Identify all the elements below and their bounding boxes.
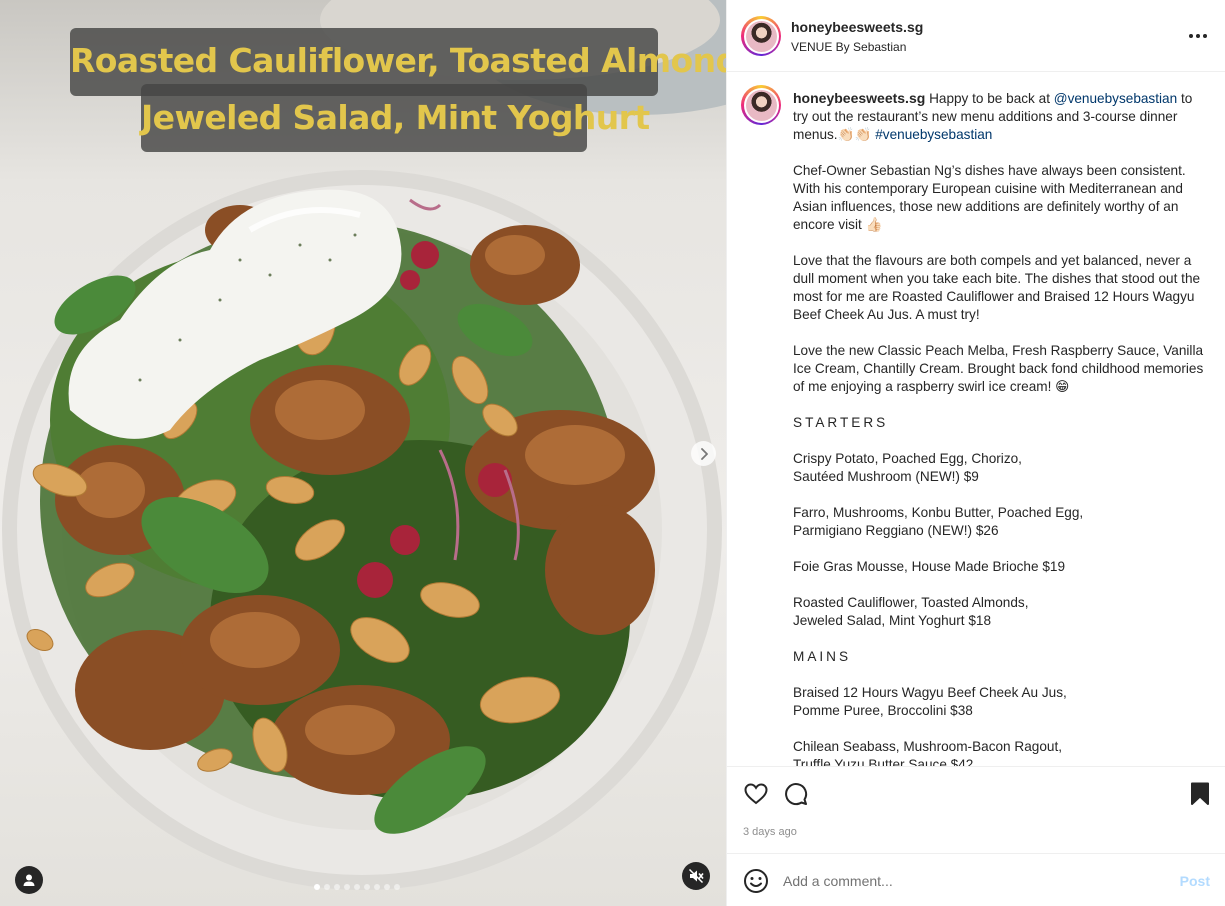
carousel-dot: [354, 884, 360, 890]
carousel-indicator: [314, 884, 400, 890]
menu-item: Crispy Potato, Poached Egg, Chorizo, Saut…: [793, 451, 1022, 484]
menu-item: Chilean Seabass, Mushroom-Bacon Ragout, T…: [793, 739, 1063, 767]
caption-paragraph: Love the new Classic Peach Melba, Fresh …: [793, 343, 1204, 394]
user-icon: [23, 874, 35, 886]
caption-username-link[interactable]: honeybeesweets.sg: [793, 90, 925, 106]
emoji-picker-button[interactable]: [743, 868, 769, 894]
avatar[interactable]: [741, 16, 781, 56]
more-horizontal-icon: [1189, 34, 1193, 38]
mute-toggle-button[interactable]: [682, 862, 710, 890]
carousel-dot: [384, 884, 390, 890]
mention-link[interactable]: @venuebysebastian: [1054, 91, 1177, 106]
carousel-dot: [334, 884, 340, 890]
menu-item: Braised 12 Hours Wagyu Beef Cheek Au Jus…: [793, 685, 1067, 718]
carousel-dot: [344, 884, 350, 890]
location-link[interactable]: VENUE By Sebastian: [791, 40, 906, 54]
post-header: honeybeesweets.sg VENUE By Sebastian: [727, 0, 1225, 72]
post-media[interactable]: Roasted Cauliflower, Toasted Almonds, Je…: [0, 0, 726, 906]
chevron-right-icon: [700, 447, 708, 460]
post-timestamp[interactable]: 3 days ago: [743, 826, 797, 838]
next-slide-button[interactable]: [691, 441, 716, 466]
menu-item: Roasted Cauliflower, Toasted Almonds, Jew…: [793, 595, 1029, 628]
caption-text: honeybeesweets.sg Happy to be back at @v…: [793, 89, 1205, 767]
post-comment-button[interactable]: Post: [1180, 873, 1210, 889]
caption-intro: Happy to be back at: [929, 91, 1050, 106]
caption-line-2: Jeweled Salad, Mint Yoghurt: [141, 84, 650, 152]
menu-item: Farro, Mushrooms, Konbu Butter, Poached …: [793, 505, 1084, 538]
carousel-dot: [364, 884, 370, 890]
username-link[interactable]: honeybeesweets.sg: [791, 19, 923, 35]
carousel-dot: [394, 884, 400, 890]
hashtag-link[interactable]: #venuebysebastian: [875, 127, 992, 142]
caption-avatar[interactable]: [741, 85, 781, 125]
more-options-button[interactable]: [1186, 26, 1210, 46]
thumbs-up-emoji: 👍🏻: [865, 217, 883, 233]
carousel-dot: [314, 884, 320, 890]
comment-input[interactable]: [783, 868, 1163, 894]
speaker-muted-icon: [688, 868, 704, 884]
mains-heading: MAINS: [793, 649, 852, 664]
carousel-dot: [324, 884, 330, 890]
grin-emoji: 😁: [1055, 379, 1070, 395]
add-comment-bar: Post: [727, 853, 1225, 906]
comment-icon: [785, 783, 808, 806]
clap-emoji: 👏🏻👏🏻: [837, 127, 872, 143]
starters-heading: STARTERS: [793, 415, 889, 430]
save-button[interactable]: [1187, 781, 1213, 807]
caption-scroll-area[interactable]: honeybeesweets.sg Happy to be back at @v…: [727, 73, 1225, 767]
comment-button[interactable]: [783, 781, 809, 807]
smiley-icon: [744, 869, 768, 893]
menu-item: Foie Gras Mousse, House Made Brioche $19: [793, 559, 1066, 574]
tagged-users-button[interactable]: [15, 866, 43, 894]
post-actions: [727, 778, 1225, 812]
caption-paragraph: Love that the flavours are both compels …: [793, 253, 1201, 322]
post-side-panel: honeybeesweets.sg VENUE By Sebastian hon…: [726, 0, 1225, 906]
heart-icon: [744, 783, 768, 805]
caption-paragraph: Chef-Owner Sebastian Ng’s dishes have al…: [793, 163, 1186, 232]
like-button[interactable]: [743, 781, 769, 807]
carousel-dot: [374, 884, 380, 890]
bookmark-icon: [1191, 782, 1209, 805]
